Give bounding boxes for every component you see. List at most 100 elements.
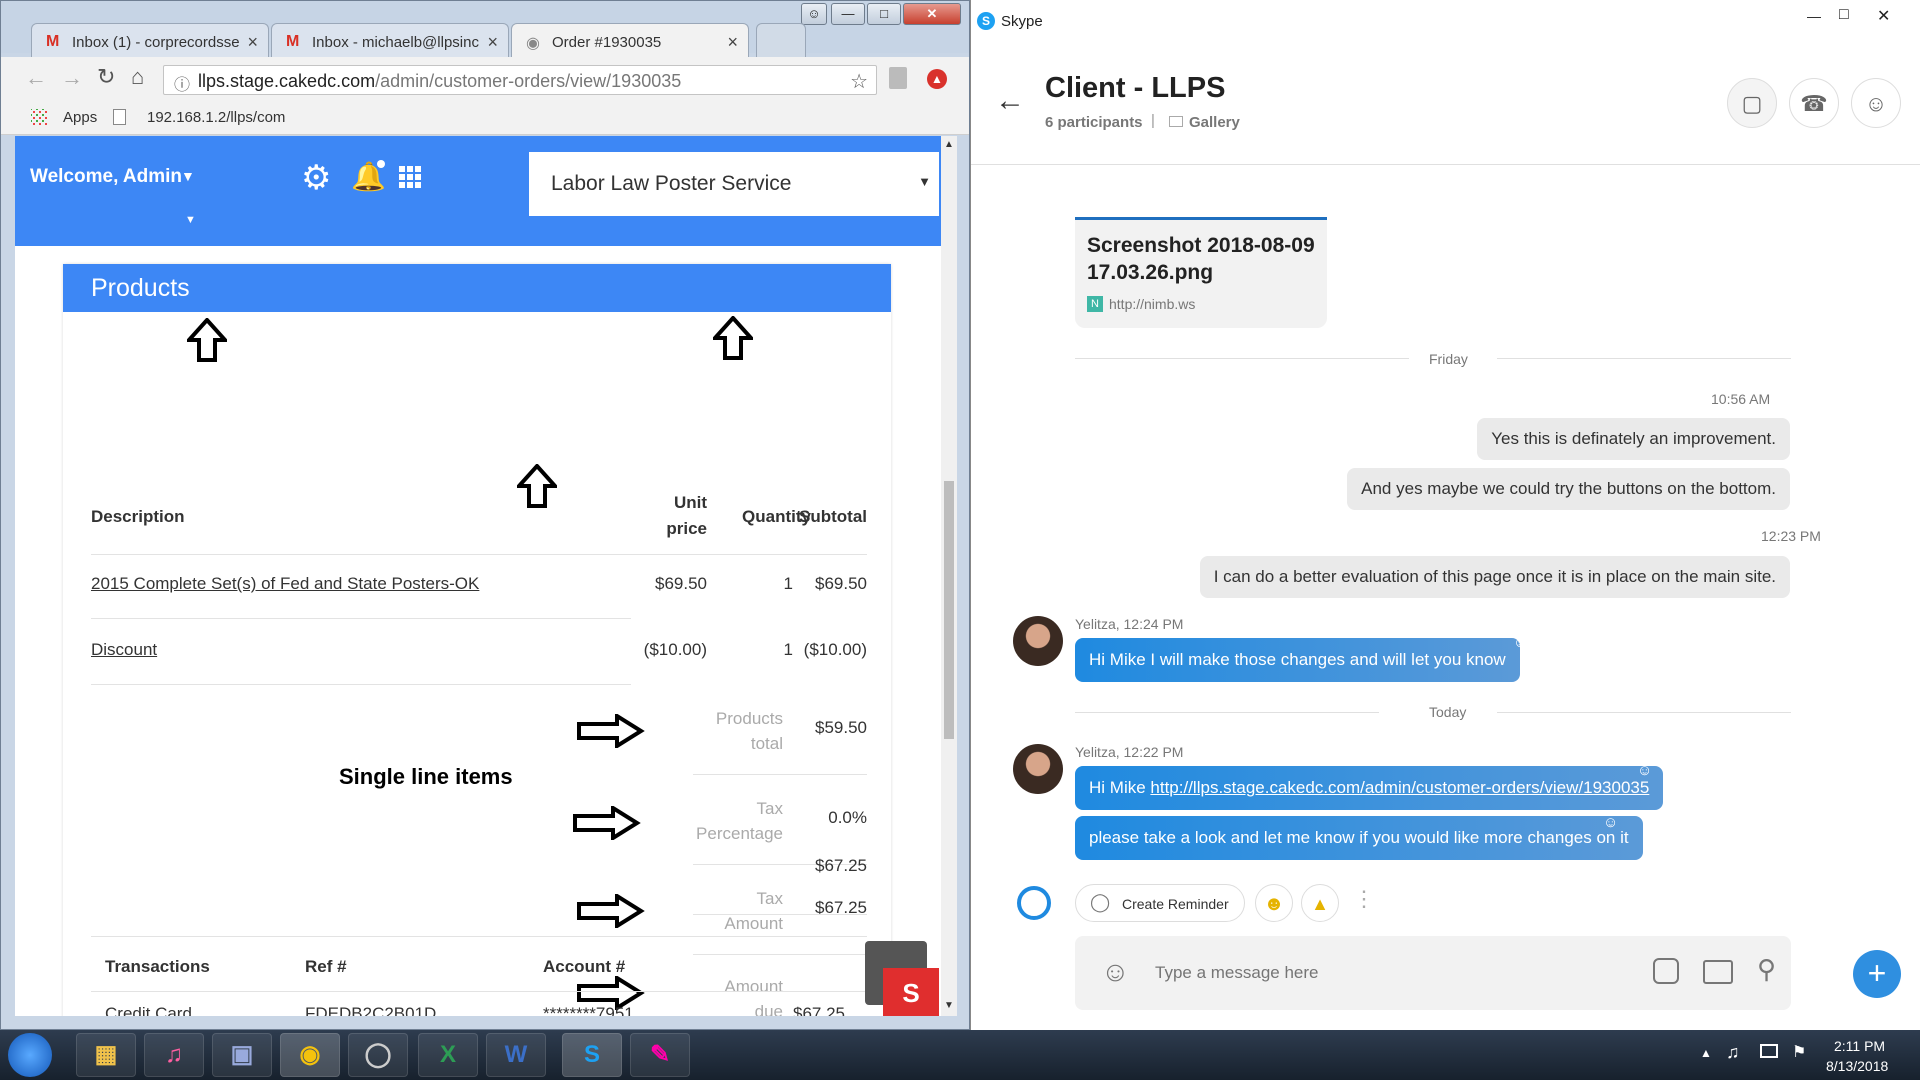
company-select-value: Labor Law Poster Service	[551, 172, 792, 195]
tray-expand-icon[interactable]: ▲	[1700, 1046, 1712, 1060]
minimize-button[interactable]: —	[831, 3, 865, 25]
add-button[interactable]: +	[1853, 950, 1901, 998]
file-card[interactable]: Screenshot 2018-08-09 17.03.26.png N htt…	[1075, 166, 1327, 328]
excel-icon[interactable]: X	[418, 1033, 478, 1077]
new-tab-button[interactable]	[756, 23, 806, 57]
totals-label: Products total	[643, 706, 783, 756]
video-call-button[interactable]: ▢	[1727, 78, 1777, 128]
caret-down-icon[interactable]: ▼	[181, 168, 195, 184]
company-select[interactable]: Labor Law Poster Service ▼	[529, 152, 939, 216]
photo-viewer-icon[interactable]: ▣	[212, 1033, 272, 1077]
avatar[interactable]	[1013, 616, 1063, 666]
close-window-button[interactable]: ✕	[903, 3, 961, 25]
col-ref: Ref #	[305, 957, 347, 976]
apps-grid-icon[interactable]	[399, 166, 421, 188]
gear-icon[interactable]: ⚙	[301, 158, 331, 198]
avatar[interactable]	[1013, 744, 1063, 794]
bookmark-apps[interactable]: Apps	[63, 109, 97, 126]
divider	[91, 618, 631, 619]
scroll-up-icon[interactable]: ▲	[944, 139, 954, 150]
word-icon[interactable]: W	[486, 1033, 546, 1077]
start-button[interactable]	[8, 1033, 52, 1077]
address-bar[interactable]: ⓘ llps.stage.cakedc.com/admin/customer-o…	[163, 65, 877, 95]
message-time: 10:56 AM	[1711, 391, 1771, 407]
back-arrow-icon[interactable]: ←	[995, 84, 1025, 118]
database-icon[interactable]: ◯	[348, 1033, 408, 1077]
file-explorer-icon[interactable]: ▦	[76, 1033, 136, 1077]
minimize-button[interactable]: —	[1807, 8, 1821, 24]
user-button[interactable]: ☺	[801, 3, 827, 25]
tab-order[interactable]: ◉ Order #1930035 ×	[511, 23, 749, 59]
transaction-account: ********7951	[543, 1004, 634, 1016]
clock-time[interactable]: 2:11 PM	[1834, 1038, 1885, 1054]
reload-icon[interactable]: ↻	[97, 64, 115, 90]
network-icon[interactable]	[1760, 1044, 1778, 1058]
forward-icon[interactable]: →	[61, 65, 83, 91]
action-center-flag-icon[interactable]: ⚑	[1792, 1042, 1806, 1062]
outgoing-message[interactable]: I can do a better evaluation of this pag…	[1199, 556, 1790, 598]
media-icon[interactable]	[1703, 960, 1733, 984]
caret-down-small-icon[interactable]: ▼	[185, 214, 196, 226]
admin-header: Welcome, Admin ▼ ▼ ⚙ 🔔 Labor Law Poster …	[15, 136, 941, 246]
smile-emoji-button[interactable]: ☻	[1255, 884, 1293, 922]
close-tab-icon[interactable]: ×	[727, 32, 738, 53]
back-icon[interactable]: ←	[25, 65, 47, 91]
chrome-icon[interactable]: ◉	[280, 1033, 340, 1077]
extension-red-icon[interactable]: ▲	[927, 69, 947, 89]
separator-bar: |	[1151, 112, 1155, 129]
file-thumbnail	[1075, 166, 1327, 220]
message-input[interactable]	[1155, 958, 1535, 988]
bookmark-local[interactable]: 192.168.1.2/llps/com	[147, 109, 285, 126]
home-icon[interactable]: ⌂	[131, 64, 144, 90]
maximize-button[interactable]: □	[1839, 6, 1849, 24]
welcome-menu[interactable]: Welcome, Admin	[30, 166, 182, 188]
file-link[interactable]: http://nimb.ws	[1109, 296, 1195, 312]
more-options-icon[interactable]: ⋮	[1353, 886, 1375, 912]
amount-due-value: $67.25	[815, 856, 867, 875]
support-logo-icon[interactable]: S	[883, 968, 939, 1016]
up-arrow-annotation	[187, 318, 227, 362]
incoming-message[interactable]: please take a look and let me know if yo…	[1075, 816, 1643, 860]
close-window-button[interactable]: ✕	[1877, 6, 1890, 26]
item-subtotal: $69.50	[815, 574, 867, 593]
item-link[interactable]: 2015 Complete Set(s) of Fed and State Po…	[91, 574, 479, 594]
incoming-message[interactable]: Hi Mike I will make those changes and wi…	[1075, 638, 1520, 682]
page-info-icon[interactable]: ⓘ	[174, 71, 190, 95]
message-link[interactable]: http://llps.stage.cakedc.com/admin/custo…	[1150, 778, 1649, 797]
outgoing-message[interactable]: Yes this is definately an improvement.	[1477, 418, 1790, 460]
page-scrollbar[interactable]: ▲ ▼	[941, 136, 957, 1016]
thumbs-up-button[interactable]: ▲	[1301, 884, 1339, 922]
tab-inbox-corprecords[interactable]: M Inbox (1) - corprecordsse ×	[31, 23, 269, 57]
outgoing-message[interactable]: And yes maybe we could try the buttons o…	[1347, 468, 1790, 510]
create-reminder-button[interactable]: ◯ Create Reminder	[1075, 884, 1245, 922]
audio-call-button[interactable]: ☎	[1789, 78, 1839, 128]
reaction-icon[interactable]: ☺	[1637, 762, 1652, 779]
clock-date[interactable]: 8/13/2018	[1826, 1058, 1888, 1074]
bookmark-star-icon[interactable]: ☆	[850, 69, 868, 94]
cortana-icon[interactable]	[1017, 886, 1051, 920]
participants-count[interactable]: 6 participants	[1045, 114, 1143, 131]
close-tab-icon[interactable]: ×	[487, 32, 498, 53]
gallery-link[interactable]: Gallery	[1189, 114, 1240, 131]
close-tab-icon[interactable]: ×	[247, 32, 258, 53]
tab-inbox-michaelb[interactable]: M Inbox - michaelb@llpsinc ×	[271, 23, 509, 57]
discount-link[interactable]: Discount	[91, 640, 157, 660]
emoji-icon[interactable]: ☺	[1101, 956, 1130, 988]
scroll-down-icon[interactable]: ▼	[944, 1000, 954, 1011]
paint-icon[interactable]: ✎	[630, 1033, 690, 1077]
gmail-icon: M	[286, 33, 300, 50]
scroll-thumb[interactable]	[944, 481, 954, 739]
reaction-icon[interactable]: ☺	[1603, 814, 1618, 831]
add-people-button[interactable]: ☺	[1851, 78, 1901, 128]
maximize-button[interactable]: □	[867, 3, 901, 25]
extension-icon[interactable]	[889, 67, 907, 89]
reaction-icon[interactable]: ☺	[1513, 634, 1528, 651]
products-total-value: $59.50	[815, 718, 867, 737]
totals-label-line2: due	[754, 1002, 783, 1016]
sticker-icon[interactable]	[1653, 958, 1679, 984]
volume-icon[interactable]: ♫	[1726, 1042, 1740, 1063]
itunes-icon[interactable]: ♫	[144, 1033, 204, 1077]
skype-icon[interactable]: S	[562, 1033, 622, 1077]
incoming-message[interactable]: Hi Mike http://llps.stage.cakedc.com/adm…	[1075, 766, 1664, 810]
location-icon[interactable]: ⚲	[1757, 954, 1776, 985]
